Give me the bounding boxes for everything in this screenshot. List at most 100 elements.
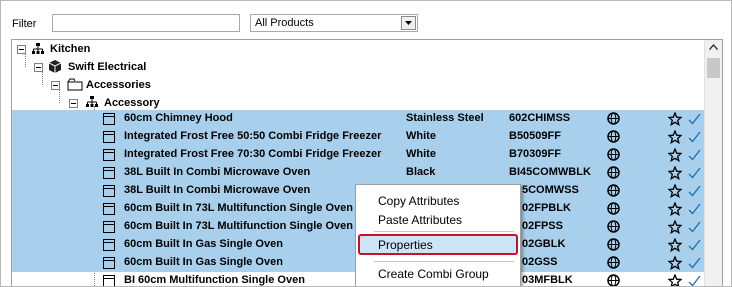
product-code: 02GSS xyxy=(522,256,558,268)
product-colour: White xyxy=(406,130,436,142)
globe-icon[interactable] xyxy=(607,274,620,287)
favourite-star-icon[interactable] xyxy=(668,184,682,198)
favourite-star-icon[interactable] xyxy=(668,220,682,234)
scrollbar-thumb[interactable] xyxy=(707,58,720,78)
product-filter-select[interactable]: All Products xyxy=(250,14,418,32)
check-icon[interactable] xyxy=(688,203,701,215)
dropdown-button[interactable] xyxy=(401,16,416,30)
collapse-accessory-toggle[interactable] xyxy=(69,99,78,108)
product-icon xyxy=(103,113,115,125)
menu-separator xyxy=(374,261,514,262)
product-code: 602CHIMSS xyxy=(509,112,571,124)
favourite-star-icon[interactable] xyxy=(668,166,682,180)
product-browser-panel: Filter All Products Kitchen Swift Electr… xyxy=(0,0,732,287)
product-name: 38L Built In Combi Microwave Oven xyxy=(124,184,311,196)
create-combi-group-item[interactable]: Create Combi Group xyxy=(378,267,489,281)
globe-icon[interactable] xyxy=(607,166,620,179)
collapse-accessories-toggle[interactable] xyxy=(51,81,60,90)
paste-attributes-item[interactable]: Paste Attributes xyxy=(378,213,462,227)
globe-icon[interactable] xyxy=(607,202,620,215)
favourite-star-icon[interactable] xyxy=(668,202,682,216)
product-name: BI 60cm Multifunction Single Oven xyxy=(124,274,305,286)
context-menu: Copy Attributes Paste Attributes Propert… xyxy=(355,184,521,286)
globe-icon[interactable] xyxy=(607,220,620,233)
product-code: 03MFBLK xyxy=(522,274,573,286)
check-icon[interactable] xyxy=(688,149,701,161)
product-icon xyxy=(103,185,115,197)
product-row[interactable]: Integrated Frost Free 50:50 Combi Fridge… xyxy=(12,128,706,146)
product-icon xyxy=(103,131,115,143)
product-code: BI45COMWBLK xyxy=(509,166,591,178)
properties-item[interactable]: Properties xyxy=(378,238,433,252)
favourite-star-icon[interactable] xyxy=(668,148,682,162)
product-name: 60cm Built In 73L Multifunction Single O… xyxy=(124,220,353,232)
product-row[interactable]: 38L Built In Combi Microwave Oven Black … xyxy=(12,164,706,182)
product-colour: White xyxy=(406,148,436,160)
product-icon xyxy=(103,167,115,179)
globe-icon[interactable] xyxy=(607,148,620,161)
product-icon xyxy=(103,149,115,161)
product-code: B50509FF xyxy=(509,130,561,142)
product-code: 02GBLK xyxy=(522,238,566,250)
menu-separator xyxy=(374,231,514,232)
folder-icon xyxy=(67,78,83,91)
product-icon xyxy=(103,257,115,269)
tree-line xyxy=(42,71,43,85)
filter-input[interactable] xyxy=(52,14,240,32)
tree-node-accessory[interactable]: Accessory xyxy=(104,97,160,109)
product-icon xyxy=(103,275,115,286)
hierarchy-icon xyxy=(86,96,98,107)
collapse-brand-toggle[interactable] xyxy=(34,63,43,72)
check-icon[interactable] xyxy=(688,275,701,287)
tree-node-accessories[interactable]: Accessories xyxy=(86,79,151,91)
product-name: 38L Built In Combi Microwave Oven xyxy=(124,166,311,178)
product-name: Integrated Frost Free 70:30 Combi Fridge… xyxy=(124,148,382,160)
product-filter-value: All Products xyxy=(255,17,314,29)
product-name: 60cm Built In 73L Multifunction Single O… xyxy=(124,202,353,214)
copy-attributes-item[interactable]: Copy Attributes xyxy=(378,194,459,208)
product-code: 02FPSS xyxy=(522,220,563,232)
favourite-star-icon[interactable] xyxy=(668,238,682,252)
chevron-down-icon xyxy=(405,21,412,25)
check-icon[interactable] xyxy=(688,221,701,233)
collapse-kitchen-toggle[interactable] xyxy=(17,45,26,54)
product-icon xyxy=(103,239,115,251)
product-icon xyxy=(103,221,115,233)
globe-icon[interactable] xyxy=(607,256,620,269)
product-icon xyxy=(103,203,115,215)
check-icon[interactable] xyxy=(688,167,701,179)
product-colour: Black xyxy=(406,166,436,178)
cube-icon xyxy=(49,60,61,73)
chevron-up-icon[interactable] xyxy=(709,44,718,50)
product-code: 5COMWSS xyxy=(522,184,579,196)
globe-icon[interactable] xyxy=(607,112,620,125)
product-name: 60cm Built In Gas Single Oven xyxy=(124,238,283,250)
tree-node-kitchen[interactable]: Kitchen xyxy=(50,43,90,55)
check-icon[interactable] xyxy=(688,131,701,143)
product-name: 60cm Chimney Hood xyxy=(124,112,233,124)
favourite-star-icon[interactable] xyxy=(668,256,682,270)
product-code: 02FPBLK xyxy=(522,202,571,214)
check-icon[interactable] xyxy=(688,185,701,197)
globe-icon[interactable] xyxy=(607,238,620,251)
tree-line xyxy=(59,89,60,103)
favourite-star-icon[interactable] xyxy=(668,274,682,287)
product-row[interactable]: Integrated Frost Free 70:30 Combi Fridge… xyxy=(12,146,706,164)
tree-node-brand[interactable]: Swift Electrical xyxy=(68,61,146,73)
product-colour: Stainless Steel xyxy=(406,112,484,124)
hierarchy-icon xyxy=(32,43,44,54)
globe-icon[interactable] xyxy=(607,184,620,197)
product-name: 60cm Built In Gas Single Oven xyxy=(124,256,283,268)
check-icon[interactable] xyxy=(688,239,701,251)
product-row[interactable]: 60cm Chimney Hood Stainless Steel 602CHI… xyxy=(12,110,706,128)
vertical-scrollbar[interactable] xyxy=(704,40,722,286)
favourite-star-icon[interactable] xyxy=(668,112,682,126)
product-name: Integrated Frost Free 50:50 Combi Fridge… xyxy=(124,130,382,142)
tree-line xyxy=(25,53,26,67)
globe-icon[interactable] xyxy=(607,130,620,143)
favourite-star-icon[interactable] xyxy=(668,130,682,144)
product-code: B70309FF xyxy=(509,148,561,160)
check-icon[interactable] xyxy=(688,257,701,269)
check-icon[interactable] xyxy=(688,113,701,125)
filter-label: Filter xyxy=(12,18,37,30)
